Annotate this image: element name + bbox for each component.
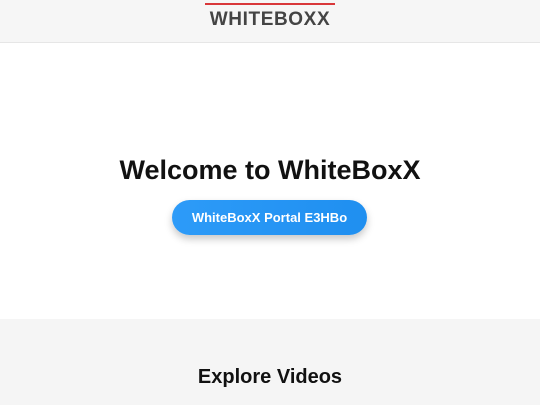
explore-videos-section: Explore Videos [0,319,540,405]
explore-videos-title: Explore Videos [197,366,343,388]
site-header: WHITEBOXX [0,0,540,43]
hero-section: Welcome to WhiteBoxX WhiteBoxX Portal E3… [0,43,540,319]
site-logo[interactable]: WHITEBOXX [205,0,335,36]
portal-button[interactable]: WhiteBoxX Portal E3HBo [172,200,367,235]
hero-title: Welcome to WhiteBoxX [119,155,421,185]
logo-text: WHITEBOXX [209,9,331,30]
logo-accent-line [205,3,335,5]
